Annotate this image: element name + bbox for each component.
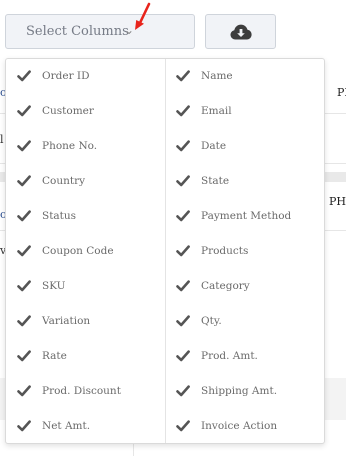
checkbox-checked-icon[interactable] bbox=[176, 314, 201, 328]
column-selector-dropdown: Order ID Customer Phone No. Country Status Co… bbox=[5, 58, 325, 444]
column-option-label: Customer bbox=[42, 105, 94, 117]
column-option-order-id[interactable]: Order ID bbox=[17, 66, 90, 86]
column-option-label: Order ID bbox=[42, 70, 90, 82]
column-option-name[interactable]: Name bbox=[176, 66, 233, 86]
column-option-label: Date bbox=[201, 140, 227, 152]
column-option-label: Variation bbox=[42, 315, 91, 327]
column-option-label: Category bbox=[201, 280, 250, 292]
column-option-qty[interactable]: Qty. bbox=[176, 311, 222, 331]
column-option-invoice-action[interactable]: Invoice Action bbox=[176, 416, 277, 436]
column-option-status[interactable]: Status bbox=[17, 206, 76, 226]
column-option-label: Coupon Code bbox=[42, 245, 114, 257]
column-option-email[interactable]: Email bbox=[176, 101, 232, 121]
column-option-prod-amt[interactable]: Prod. Amt. bbox=[176, 346, 258, 366]
column-option-label: Email bbox=[201, 105, 232, 117]
checkbox-checked-icon[interactable] bbox=[17, 349, 42, 363]
download-button[interactable] bbox=[205, 14, 276, 49]
checkbox-checked-icon[interactable] bbox=[17, 244, 42, 258]
column-option-sku[interactable]: SKU bbox=[17, 276, 66, 296]
column-option-label: SKU bbox=[42, 280, 66, 292]
checkbox-checked-icon[interactable] bbox=[176, 69, 201, 83]
checkbox-checked-icon[interactable] bbox=[17, 384, 42, 398]
checkbox-checked-icon[interactable] bbox=[176, 279, 201, 293]
checkbox-checked-icon[interactable] bbox=[17, 279, 42, 293]
column-divider bbox=[165, 59, 166, 443]
column-option-label: Country bbox=[42, 175, 86, 187]
column-option-payment-method[interactable]: Payment Method bbox=[176, 206, 291, 226]
checkbox-checked-icon[interactable] bbox=[17, 139, 42, 153]
column-option-state[interactable]: State bbox=[176, 171, 229, 191]
column-option-label: Shipping Amt. bbox=[201, 385, 278, 397]
column-option-label: Products bbox=[201, 245, 249, 257]
column-option-label: Name bbox=[201, 70, 233, 82]
column-option-label: Net Amt. bbox=[42, 420, 91, 432]
column-option-label: Prod. Amt. bbox=[201, 350, 258, 362]
column-option-country[interactable]: Country bbox=[17, 171, 85, 191]
column-option-category[interactable]: Category bbox=[176, 276, 250, 296]
column-option-rate[interactable]: Rate bbox=[17, 346, 67, 366]
checkbox-checked-icon[interactable] bbox=[17, 69, 42, 83]
checkbox-checked-icon[interactable] bbox=[176, 104, 201, 118]
background-cell-text: PH bbox=[337, 86, 346, 99]
column-option-net-amt[interactable]: Net Amt. bbox=[17, 416, 90, 436]
select-columns-button[interactable]: Select Columns ⌄ bbox=[5, 14, 195, 49]
checkbox-checked-icon[interactable] bbox=[17, 209, 42, 223]
column-option-prod-discount[interactable]: Prod. Discount bbox=[17, 381, 121, 401]
annotation-arrow-icon bbox=[135, 2, 151, 30]
checkbox-checked-icon[interactable] bbox=[176, 419, 201, 433]
select-columns-label: Select Columns bbox=[26, 24, 129, 39]
column-option-variation[interactable]: Variation bbox=[17, 311, 90, 331]
column-option-date[interactable]: Date bbox=[176, 136, 226, 156]
checkbox-checked-icon[interactable] bbox=[17, 314, 42, 328]
checkbox-checked-icon[interactable] bbox=[176, 174, 201, 188]
column-option-label: Qty. bbox=[201, 315, 222, 327]
column-option-label: Invoice Action bbox=[201, 420, 278, 432]
column-option-customer[interactable]: Customer bbox=[17, 101, 94, 121]
checkbox-checked-icon[interactable] bbox=[17, 104, 42, 118]
background-cell-text: PH bbox=[329, 195, 346, 208]
cloud-download-icon bbox=[230, 24, 252, 39]
column-option-label: Prod. Discount bbox=[42, 385, 121, 397]
column-option-label: Payment Method bbox=[201, 210, 292, 222]
checkbox-checked-icon[interactable] bbox=[176, 139, 201, 153]
checkbox-checked-icon[interactable] bbox=[176, 384, 201, 398]
column-option-products[interactable]: Products bbox=[176, 241, 248, 261]
checkbox-checked-icon[interactable] bbox=[176, 209, 201, 223]
column-option-label: Phone No. bbox=[42, 140, 98, 152]
checkbox-checked-icon[interactable] bbox=[176, 349, 201, 363]
column-option-shipping-amt[interactable]: Shipping Amt. bbox=[176, 381, 277, 401]
column-option-phone-no[interactable]: Phone No. bbox=[17, 136, 97, 156]
checkbox-checked-icon[interactable] bbox=[176, 244, 201, 258]
checkbox-checked-icon[interactable] bbox=[17, 174, 42, 188]
column-option-label: Rate bbox=[42, 350, 67, 362]
background-cell-text: l bbox=[0, 133, 4, 146]
checkbox-checked-icon[interactable] bbox=[17, 419, 42, 433]
column-option-coupon-code[interactable]: Coupon Code bbox=[17, 241, 114, 261]
column-option-label: State bbox=[201, 175, 230, 187]
column-option-label: Status bbox=[42, 210, 77, 222]
